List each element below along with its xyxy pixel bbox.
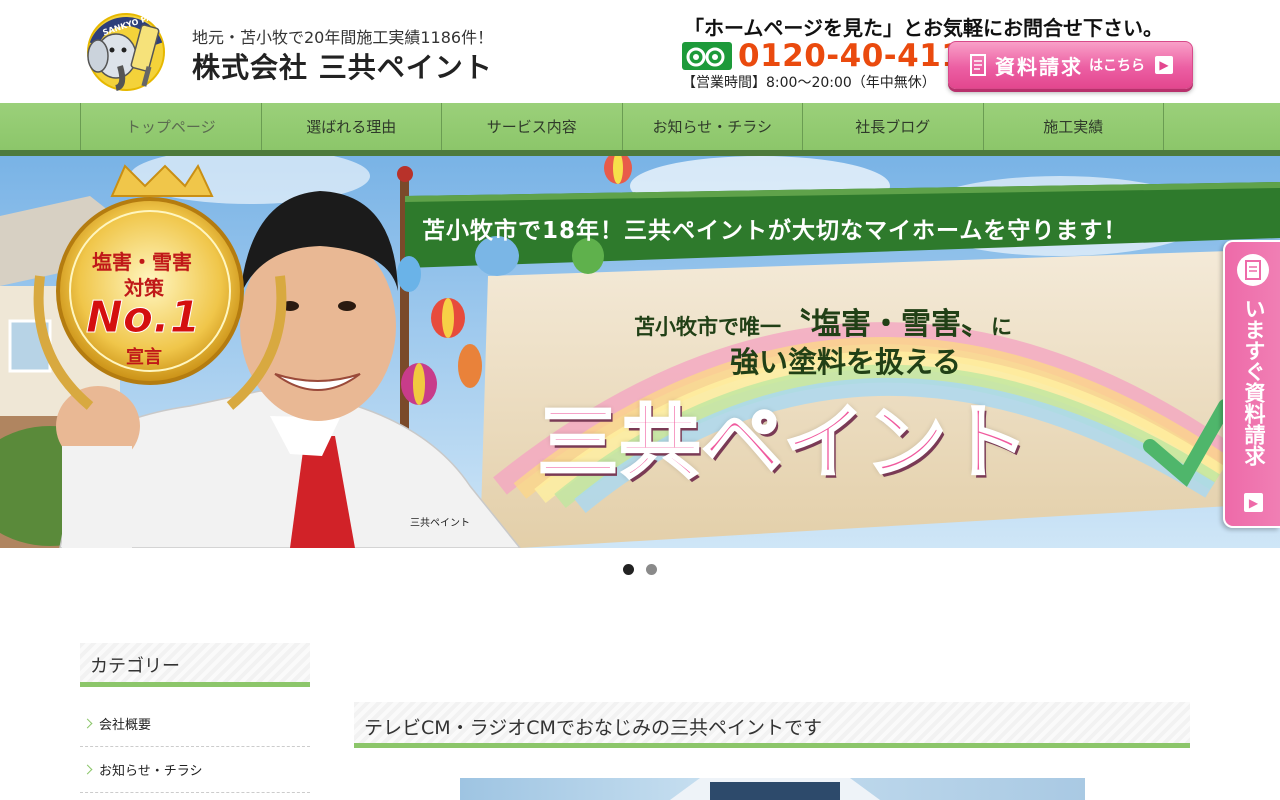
- nav-item-works[interactable]: 施工実績: [984, 103, 1164, 150]
- request-button-sublabel: はこちら: [1089, 58, 1145, 74]
- hero-line2: 強い塗料を扱える: [730, 345, 962, 379]
- medal-text-no1: No.1: [85, 292, 201, 344]
- hero-banner-headline: 苫小牧市で18年！三共ペイントが大切なマイホームを守ります！: [422, 218, 1128, 244]
- site-header: SANKYO PAINT 地元・苫小牧で20年間施工実績1186件！ 株式会社 …: [0, 0, 1280, 103]
- nav-item-services[interactable]: サービス内容: [442, 103, 623, 150]
- main-navigation: トップページ 選ばれる理由 サービス内容 お知らせ・チラシ 社長ブログ 施工実績: [0, 103, 1280, 150]
- sidebar-item-news[interactable]: お知らせ・チラシ: [80, 747, 310, 793]
- sidebar-category-title: カテゴリー: [80, 643, 310, 687]
- free-dial-icon: [682, 42, 732, 70]
- header-tagline: 地元・苫小牧で20年間施工実績1186件！: [192, 28, 494, 47]
- request-materials-button[interactable]: 資料請求 はこちら ▶: [948, 41, 1193, 89]
- medal-text-declaration: 宣言: [126, 347, 162, 368]
- main-section-title: テレビCM・ラジオCMでおなじみの三共ペイントです: [354, 702, 1190, 748]
- hero-line1: 苫小牧市で唯一〝塩害・雪害〟に: [634, 299, 1012, 343]
- document-icon: [1237, 254, 1269, 286]
- slider-dot-1[interactable]: [623, 564, 634, 575]
- slider-dot-2[interactable]: [646, 564, 657, 575]
- contact-lead-text: 「ホームページを見た」とお気軽にお問合せ下さい。: [684, 16, 1163, 40]
- main-featured-image: [460, 778, 1085, 800]
- document-icon: [970, 54, 986, 76]
- nav-item-news[interactable]: お知らせ・チラシ: [623, 103, 803, 150]
- nav-item-reasons[interactable]: 選ばれる理由: [262, 103, 442, 150]
- hero-line1-prefix: 苫小牧市で唯一: [634, 315, 781, 339]
- side-tab-label: いますぐ資料請求: [1242, 298, 1266, 466]
- sidebar-item-company[interactable]: 会社概要: [80, 701, 310, 747]
- hero-line1-suffix: に: [991, 315, 1012, 339]
- hero-line1-emphasis: 〝塩害・雪害〟: [781, 307, 991, 342]
- nav-item-blog[interactable]: 社長ブログ: [803, 103, 984, 150]
- request-button-label: 資料請求: [995, 54, 1083, 79]
- nav-item-top[interactable]: トップページ: [81, 103, 262, 150]
- uniform-badge-text: 三共ペイント: [410, 517, 470, 529]
- chevron-right-icon: ▶: [1244, 493, 1263, 512]
- hero-brand-name: 三共ペイント: [537, 395, 1030, 491]
- business-hours: 【営業時間】8:00〜20:00（年中無休）: [682, 75, 936, 91]
- medal-text-damage: 塩害・雪害: [92, 250, 192, 274]
- elephant-mascot-logo[interactable]: SANKYO PAINT: [80, 6, 178, 92]
- hero-slider[interactable]: 三共ペイント 苫小牧市で18年！三共ペイントが大切なマイホームを守ります！ 苫小…: [0, 156, 1280, 548]
- chevron-right-icon: ▶: [1155, 56, 1173, 74]
- company-name[interactable]: 株式会社 三共ペイント: [192, 46, 493, 86]
- side-request-tab[interactable]: いますぐ資料請求 ▶: [1223, 240, 1280, 528]
